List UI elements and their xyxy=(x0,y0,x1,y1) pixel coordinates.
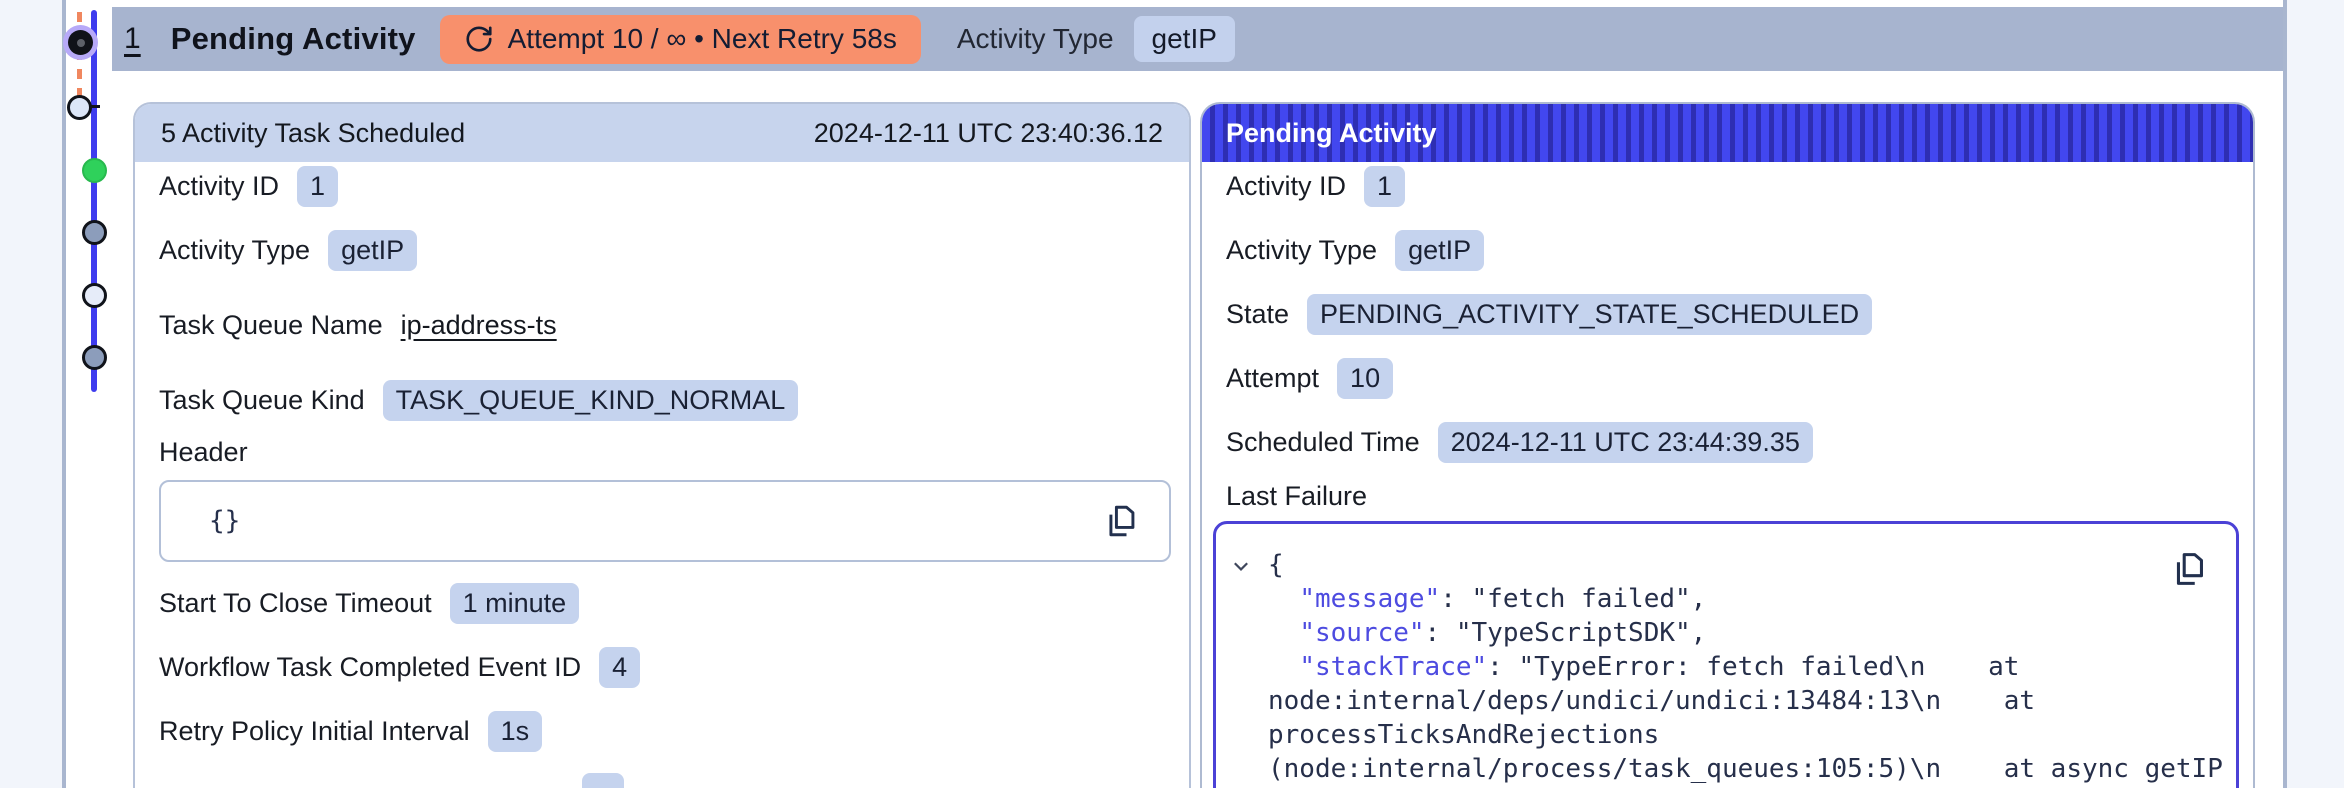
detail-label: Scheduled Time xyxy=(1226,427,1420,457)
scheduled-panel-header: 5 Activity Task Scheduled 2024-12-11 UTC… xyxy=(135,104,1189,162)
pending-panel-header: Pending Activity xyxy=(1202,104,2253,162)
selected-event-row[interactable]: 1 Pending Activity Attempt 10 / ∞ • Next… xyxy=(112,7,2283,71)
json-code-line: (node:internal/process/task_queues:105:5… xyxy=(1268,754,2223,784)
detail-row-wft-completed-id: Workflow Task Completed Event ID 4 xyxy=(159,645,1189,690)
scheduled-panel-title: 5 Activity Task Scheduled xyxy=(161,117,466,148)
clipped-value-badge xyxy=(582,773,624,788)
detail-row-state: State PENDING_ACTIVITY_STATE_SCHEDULED xyxy=(1226,292,2253,337)
header-code-value: {} xyxy=(209,506,241,536)
detail-label: Task Queue Kind xyxy=(159,385,365,415)
detail-row-attempt: Attempt 10 xyxy=(1226,356,2253,401)
copy-icon xyxy=(1109,505,1135,537)
detail-label: Activity ID xyxy=(159,171,280,201)
timeline-line xyxy=(91,10,97,392)
detail-row-task-queue-name: Task Queue Name ip-address-ts xyxy=(159,303,1189,348)
header-field-label: Header xyxy=(159,436,248,467)
detail-row-activity-id: Activity ID 1 xyxy=(159,164,1189,209)
detail-row-activity-type: Activity Type getIP xyxy=(1226,228,2253,273)
last-failure-label: Last Failure xyxy=(1226,480,1368,511)
detail-row-scheduled-time: Scheduled Time 2024-12-11 UTC 23:44:39.3… xyxy=(1226,420,2253,465)
scheduled-panel-timestamp: 2024-12-11 UTC 23:40:36.12 xyxy=(813,117,1163,148)
timeline-dot-pending[interactable] xyxy=(67,95,92,120)
timeline-dot-event-open[interactable] xyxy=(82,283,107,308)
copy-icon xyxy=(2176,553,2203,585)
activity-type-badge: getIP xyxy=(1133,16,1235,62)
detail-value-badge: 10 xyxy=(1337,358,1394,399)
json-code-line: processTicksAndRejections xyxy=(1268,720,1660,750)
detail-value-badge: TASK_QUEUE_KIND_NORMAL xyxy=(382,380,799,421)
detail-label: Task Queue Name xyxy=(159,310,383,340)
timeline-dot-started[interactable] xyxy=(82,158,107,183)
timeline-dot-selected[interactable] xyxy=(68,30,93,55)
activity-type-label: Activity Type xyxy=(956,23,1114,54)
detail-row-task-queue-kind: Task Queue Kind TASK_QUEUE_KIND_NORMAL xyxy=(159,378,1189,423)
json-code-line: "source": "TypeScriptSDK", xyxy=(1299,618,1707,648)
detail-value-badge: 2024-12-11 UTC 23:44:39.35 xyxy=(1437,422,1813,463)
timeline-dot-event[interactable] xyxy=(82,220,107,245)
detail-value-badge: 4 xyxy=(599,647,641,688)
detail-value-badge: 1 xyxy=(1364,166,1406,207)
detail-label: Activity Type xyxy=(1226,235,1378,265)
task-queue-link[interactable]: ip-address-ts xyxy=(401,310,557,341)
retry-icon xyxy=(466,26,492,52)
detail-row-start-to-close: Start To Close Timeout 1 minute xyxy=(159,581,1189,626)
json-code-line: node:internal/deps/undici/undici:13484:1… xyxy=(1268,686,2036,716)
detail-value-badge: 1 xyxy=(297,166,339,207)
detail-row-activity-type: Activity Type getIP xyxy=(159,228,1189,273)
json-code-line: "message": "fetch failed", xyxy=(1299,584,1707,614)
detail-row-activity-id: Activity ID 1 xyxy=(1226,164,2253,209)
chevron-down-icon xyxy=(1234,562,1248,571)
pending-panel-title: Pending Activity xyxy=(1226,117,1437,148)
pending-activity-panel: Pending Activity Activity ID 1 Activity … xyxy=(1200,102,2255,788)
detail-value-badge: PENDING_ACTIVITY_STATE_SCHEDULED xyxy=(1307,294,1873,335)
copy-button[interactable] xyxy=(1099,499,1143,543)
detail-row-retry-initial-interval: Retry Policy Initial Interval 1s xyxy=(159,709,1189,754)
header-code-block: {} xyxy=(159,480,1171,562)
retry-status-text: Attempt 10 / ∞ • Next Retry 58s xyxy=(507,23,897,54)
event-title: Pending Activity xyxy=(170,21,416,56)
detail-value-badge: 1 minute xyxy=(449,583,580,624)
left-divider xyxy=(62,0,66,788)
detail-label: State xyxy=(1226,299,1290,329)
detail-label: Start To Close Timeout xyxy=(159,588,432,618)
activity-task-scheduled-panel: 5 Activity Task Scheduled 2024-12-11 UTC… xyxy=(133,102,1191,788)
copy-button[interactable] xyxy=(2166,546,2210,590)
detail-value-badge: 1s xyxy=(487,711,543,752)
detail-value-badge: getIP xyxy=(328,230,418,271)
collapse-json-button[interactable] xyxy=(1230,555,1252,577)
last-failure-json: { "message": "fetch failed", "source": "… xyxy=(1268,548,2223,786)
last-failure-code-block: { "message": "fetch failed", "source": "… xyxy=(1213,521,2239,788)
detail-value-badge: getIP xyxy=(1395,230,1485,271)
timeline-dot-event-2[interactable] xyxy=(82,345,107,370)
event-id-link[interactable]: 1 xyxy=(124,22,141,56)
json-code-line: "stackTrace": "TypeError: fetch failed\n… xyxy=(1299,652,2020,682)
detail-label: Activity Type xyxy=(159,235,311,265)
retry-status-badge: Attempt 10 / ∞ • Next Retry 58s xyxy=(439,14,921,64)
detail-label: Activity ID xyxy=(1226,171,1347,201)
detail-label: Attempt xyxy=(1226,363,1320,393)
detail-label: Workflow Task Completed Event ID xyxy=(159,652,582,682)
detail-label: Retry Policy Initial Interval xyxy=(159,716,470,746)
right-divider xyxy=(2283,0,2287,788)
json-code-line: { xyxy=(1268,550,1284,580)
